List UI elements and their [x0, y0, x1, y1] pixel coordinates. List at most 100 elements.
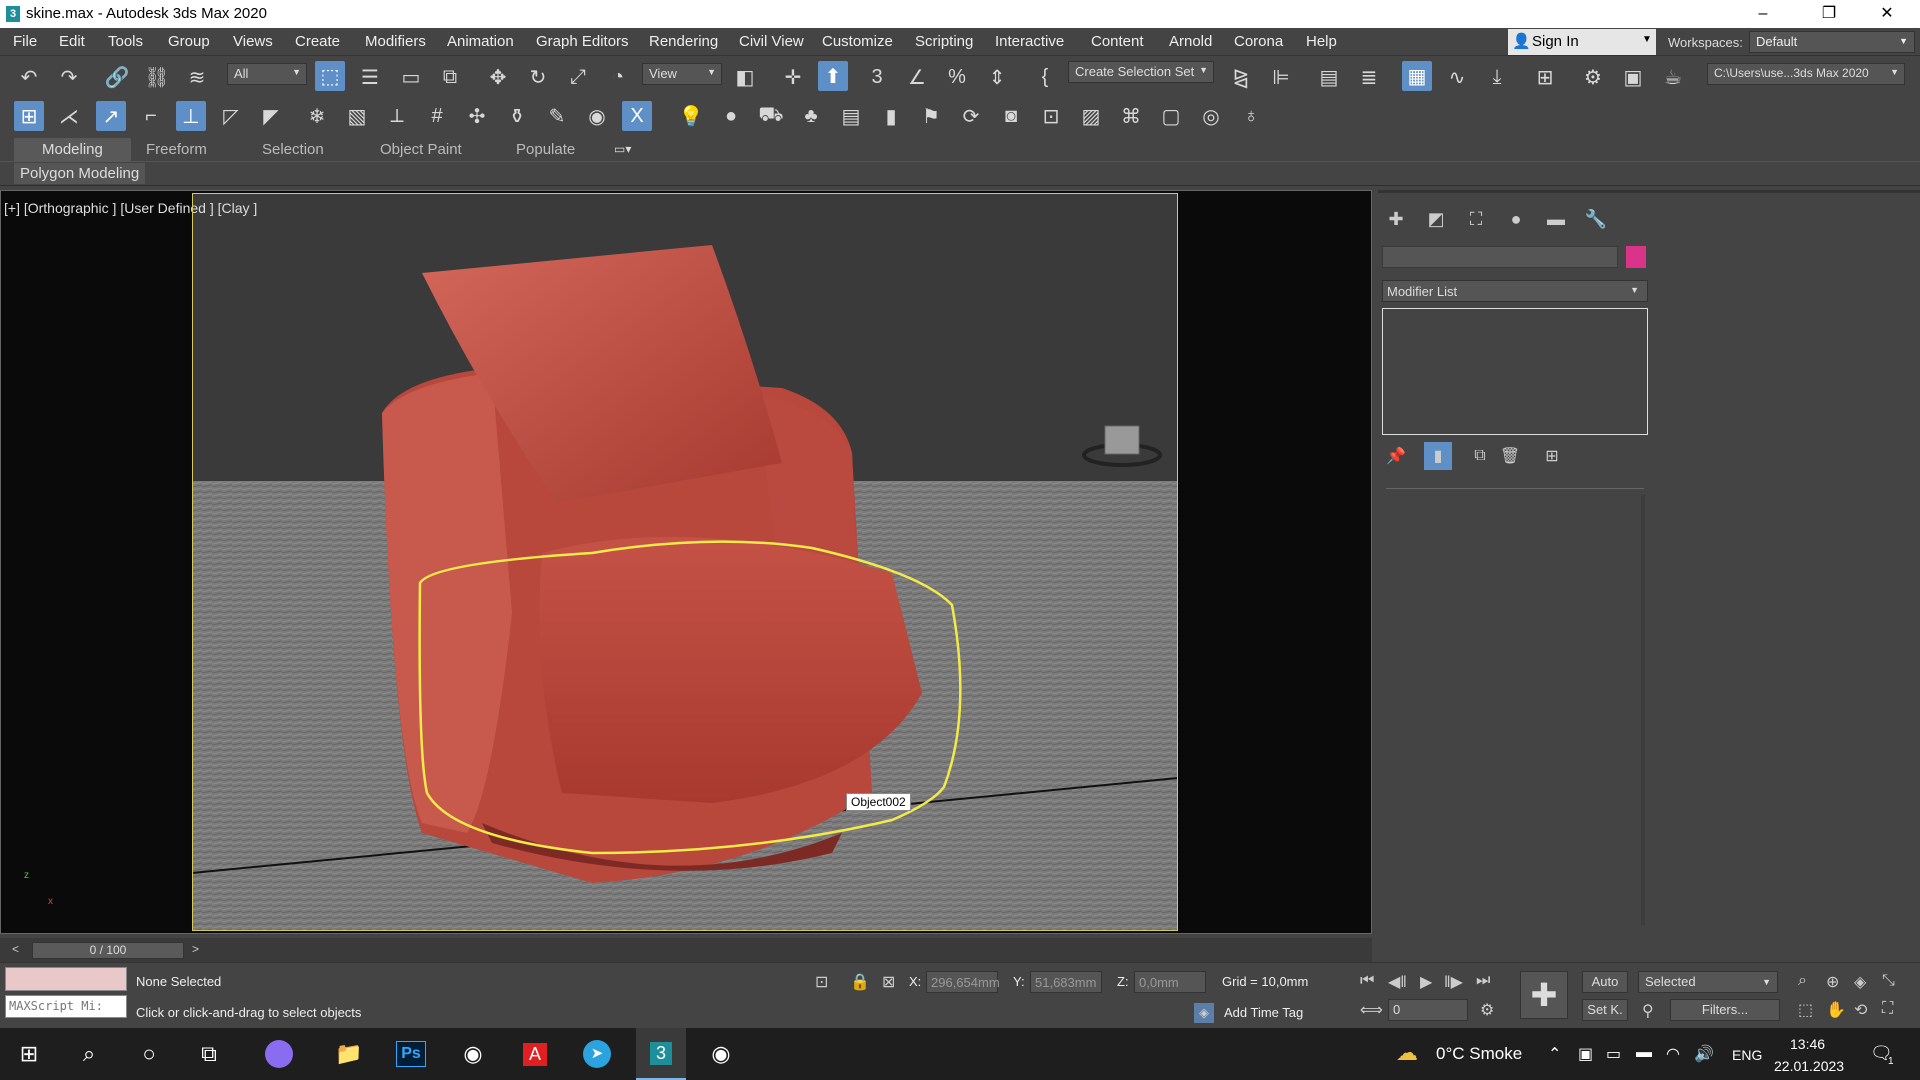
key-filter-select[interactable]: Selected ▼: [1638, 971, 1778, 993]
add-time-tag-button[interactable]: Add Time Tag: [1224, 1005, 1303, 1020]
snap-grid-icon[interactable]: ⊞: [14, 101, 44, 131]
snap-vertex-icon[interactable]: ⋌: [54, 101, 84, 131]
list-icon[interactable]: ▤: [836, 101, 866, 131]
cortana-icon[interactable]: ○: [124, 1028, 174, 1080]
motion-tab-icon[interactable]: ●: [1502, 205, 1530, 233]
modifier-stack[interactable]: [1382, 308, 1648, 435]
keyboard-shortcut-override-icon[interactable]: ⬆: [818, 61, 848, 91]
display-icon[interactable]: ▭: [1606, 1044, 1621, 1064]
square-icon[interactable]: ▢: [1156, 101, 1186, 131]
object-name-field[interactable]: [1382, 246, 1618, 268]
photoshop-icon[interactable]: Ps: [386, 1028, 436, 1080]
create-tab-icon[interactable]: ✚: [1382, 205, 1410, 233]
undo-icon[interactable]: ↶: [14, 62, 44, 92]
select-manipulate-icon[interactable]: ✛: [778, 62, 808, 92]
grid-icon[interactable]: #: [422, 101, 452, 131]
render-production-icon[interactable]: ☕: [1658, 62, 1688, 92]
display-tab-icon[interactable]: ▬: [1542, 205, 1570, 233]
remove-modifier-icon[interactable]: 🗑: [1496, 442, 1524, 470]
assistant-app-icon[interactable]: [254, 1028, 304, 1080]
make-unique-icon[interactable]: ⧉: [1466, 442, 1494, 470]
filters-button[interactable]: Filters...: [1670, 999, 1780, 1021]
modify-tab-icon[interactable]: ◩: [1422, 205, 1450, 233]
zoom-icon[interactable]: ⌕: [1798, 972, 1807, 990]
viewport-scene[interactable]: [192, 193, 1178, 931]
rendered-frame-window-icon[interactable]: ▣: [1618, 62, 1648, 92]
menu-tools[interactable]: Tools: [108, 33, 143, 50]
set-key-button[interactable]: Set K.: [1582, 999, 1628, 1021]
chrome-icon-2[interactable]: ◉: [696, 1028, 746, 1080]
menu-rendering[interactable]: Rendering: [649, 33, 718, 50]
time-configuration-icon[interactable]: ⚙: [1480, 1000, 1494, 1020]
maxscript-listener-input[interactable]: MAXScript Mi:: [5, 995, 127, 1018]
rotate-icon[interactable]: ↻: [523, 62, 553, 92]
key-mode-icon[interactable]: ⟺: [1360, 1000, 1383, 1020]
auto-key-button[interactable]: Auto: [1582, 971, 1628, 993]
x-coordinate-field[interactable]: 296,654mm: [926, 971, 1000, 993]
time-slider[interactable]: 0 / 100: [32, 942, 184, 959]
current-frame-field[interactable]: 0: [1388, 999, 1468, 1021]
command-panel-scrollbar[interactable]: [1641, 495, 1645, 925]
helper-icon[interactable]: ⟂: [382, 101, 412, 131]
telegram-icon[interactable]: ➤: [572, 1028, 622, 1080]
next-frame-icon[interactable]: ‖▶: [1444, 972, 1463, 992]
clock-time[interactable]: 13:46: [1790, 1036, 1825, 1052]
particle-icon[interactable]: ⚱: [502, 101, 532, 131]
menu-customize[interactable]: Customize: [822, 33, 893, 50]
chrome-icon[interactable]: ◉: [448, 1028, 498, 1080]
play-icon[interactable]: ▶: [1420, 972, 1432, 992]
unlink-icon[interactable]: ⛓: [142, 62, 172, 92]
tab-object-paint[interactable]: Object Paint: [380, 141, 462, 158]
menu-arnold[interactable]: Arnold: [1169, 33, 1212, 50]
menu-group[interactable]: Group: [168, 33, 210, 50]
menu-animation[interactable]: Animation: [447, 33, 514, 50]
maximize-viewport-icon[interactable]: ⛶: [1882, 1000, 1893, 1018]
time-prev-button[interactable]: <: [12, 942, 19, 956]
rollout-divider[interactable]: [1386, 488, 1644, 489]
weather-icon[interactable]: ☁: [1396, 1040, 1418, 1066]
reference-coordinate-select[interactable]: View: [642, 63, 722, 85]
isolate-selection-icon[interactable]: ⊡: [815, 972, 828, 992]
utilities-tab-icon[interactable]: 🔧: [1582, 205, 1610, 233]
spinner-snap-icon[interactable]: ⇕: [982, 62, 1012, 92]
zoom-all-icon[interactable]: ⊕: [1826, 972, 1839, 992]
refresh-icon[interactable]: ⟳: [956, 101, 986, 131]
menu-graph-editors[interactable]: Graph Editors: [536, 33, 629, 50]
selection-filter-select[interactable]: All: [227, 63, 307, 85]
material-icon[interactable]: ◙: [996, 101, 1026, 131]
select-by-name-icon[interactable]: ☰: [355, 62, 385, 92]
object-color-swatch[interactable]: [1626, 246, 1646, 268]
tree-icon[interactable]: ♣: [796, 101, 826, 131]
bulb-icon[interactable]: ●: [716, 101, 746, 131]
maxscript-listener-output[interactable]: [5, 967, 127, 991]
configure-modifier-sets-icon[interactable]: ⊞: [1538, 442, 1566, 470]
menu-create[interactable]: Create: [295, 33, 340, 50]
redo-icon[interactable]: ↷: [54, 62, 84, 92]
snap-edge-icon[interactable]: ⊥: [176, 101, 206, 131]
ruler-icon[interactable]: ▮: [876, 101, 906, 131]
tab-freeform[interactable]: Freeform: [146, 141, 207, 158]
menu-scripting[interactable]: Scripting: [915, 33, 973, 50]
tag-icon[interactable]: ⚑: [916, 101, 946, 131]
workspace-select[interactable]: Default ▼: [1749, 31, 1915, 53]
placement-icon[interactable]: ◔: [603, 62, 633, 92]
angle-snap-icon[interactable]: ∠: [902, 62, 932, 92]
light-icon[interactable]: ✎: [542, 101, 572, 131]
mirror-icon[interactable]: ⧎: [1226, 62, 1256, 92]
percent-snap-icon[interactable]: %: [942, 62, 972, 92]
meet-now-icon[interactable]: ▣: [1578, 1044, 1593, 1064]
go-to-start-icon[interactable]: ⏮: [1360, 972, 1374, 990]
eye-icon[interactable]: ◎: [1196, 101, 1226, 131]
tab-selection[interactable]: Selection: [262, 141, 324, 158]
curve-editor-icon[interactable]: ∿: [1442, 62, 1472, 92]
set-keys-icon[interactable]: ✚: [1520, 971, 1568, 1019]
snaps-toggle-icon[interactable]: 3: [862, 62, 892, 92]
snap-midpoint-icon[interactable]: ⌐: [136, 101, 166, 131]
time-tag-icon[interactable]: ◈: [1194, 1003, 1214, 1023]
menu-file[interactable]: File: [13, 33, 37, 50]
3ds-max-taskbar-icon[interactable]: 3: [636, 1028, 686, 1080]
language-indicator[interactable]: ENG: [1732, 1047, 1762, 1063]
clock-date[interactable]: 22.01.2023: [1774, 1058, 1844, 1074]
sign-in-dropdown[interactable]: 👤 Sign In ▼: [1508, 29, 1656, 55]
frame-icon[interactable]: ⊡: [1036, 101, 1066, 131]
